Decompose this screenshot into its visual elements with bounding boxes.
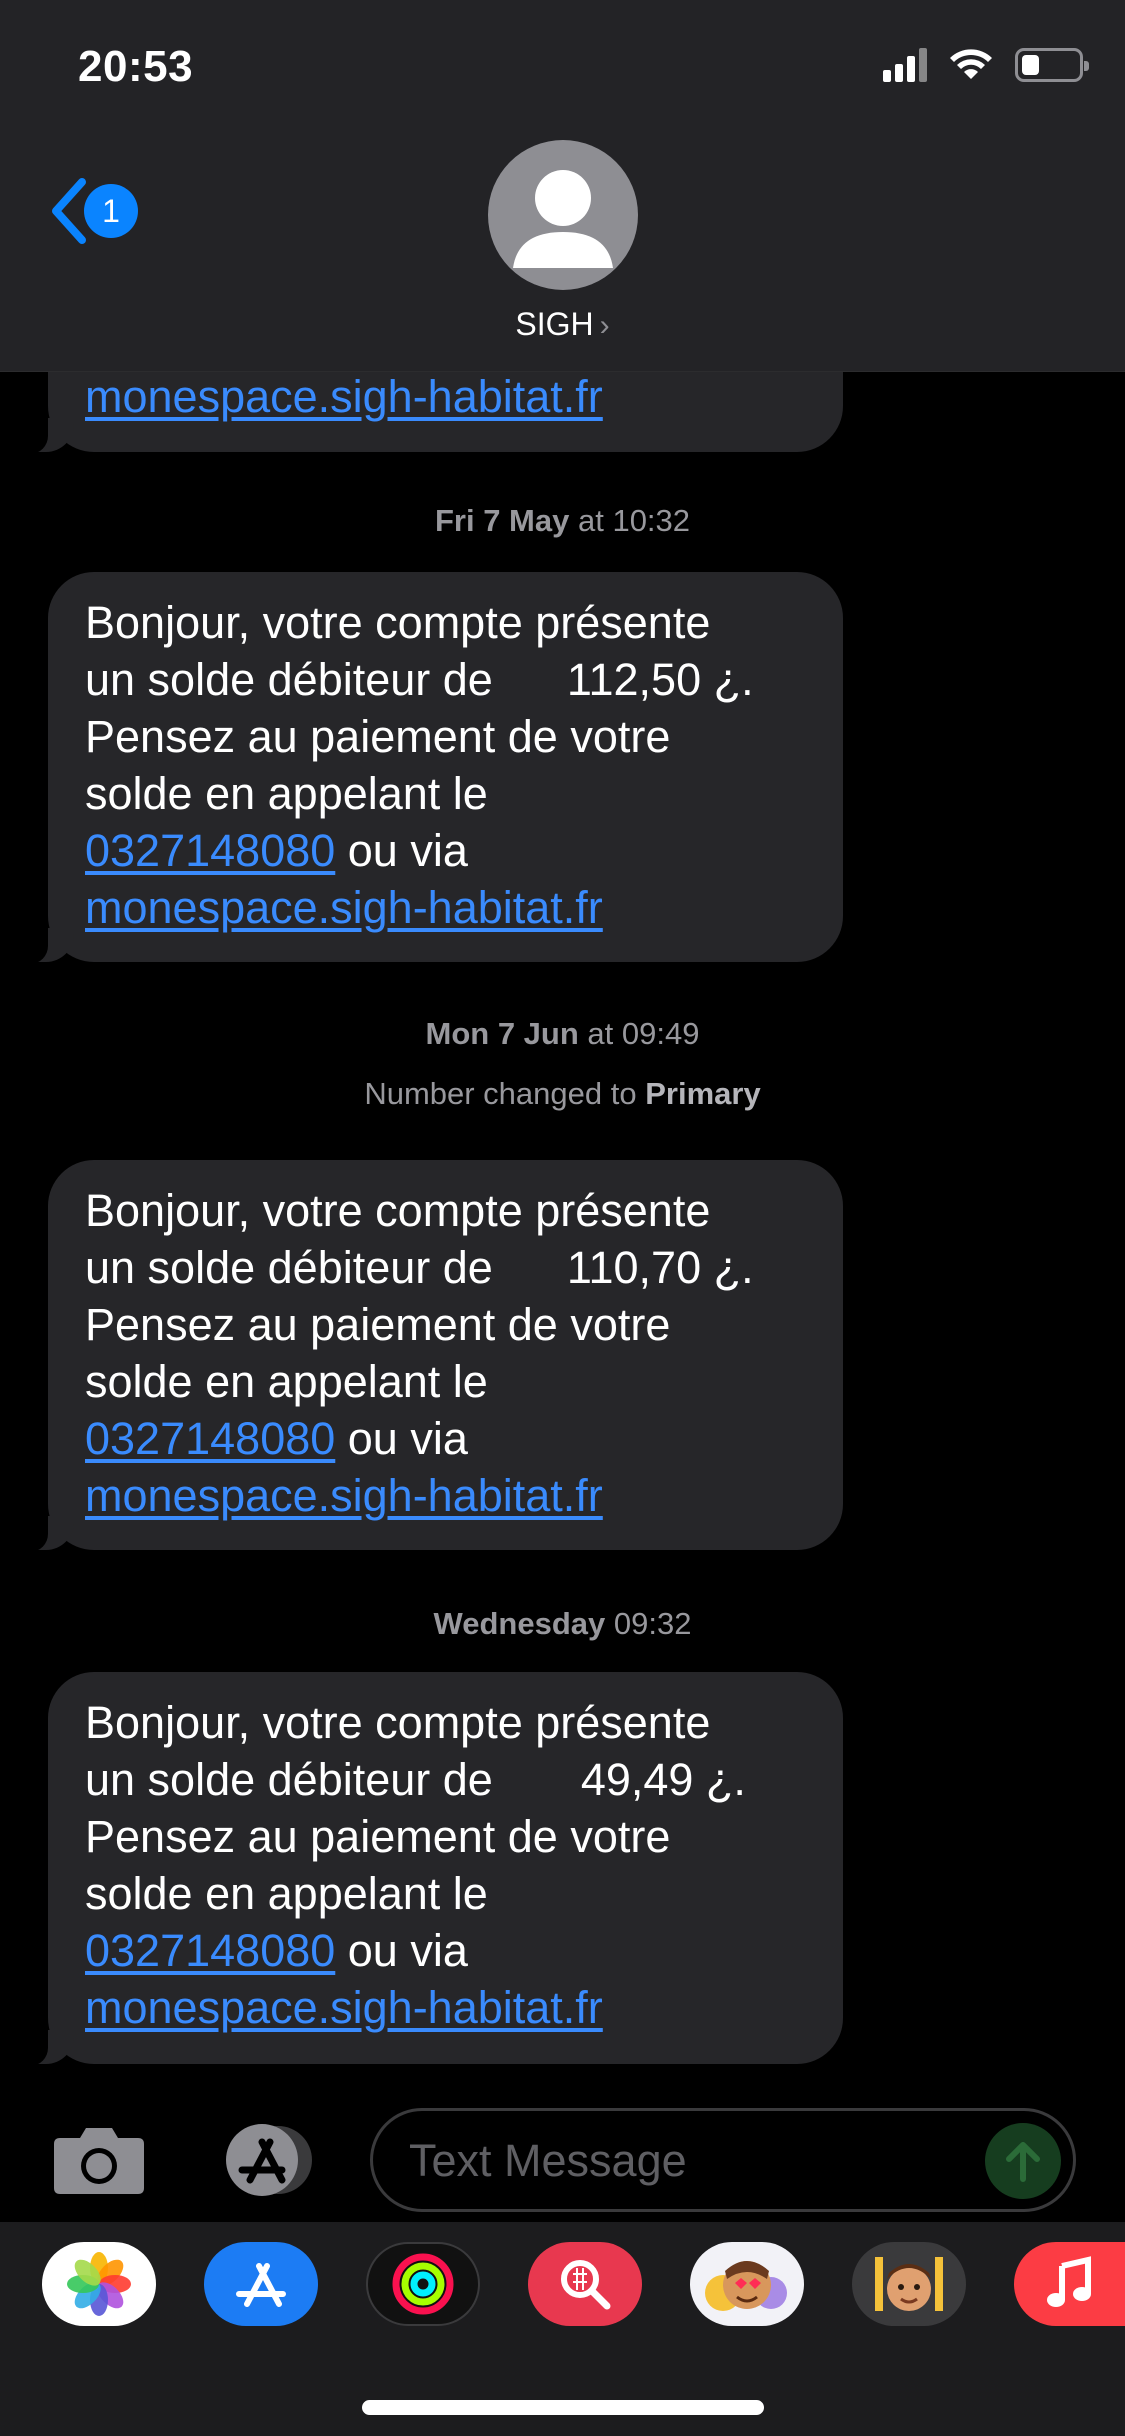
home-indicator[interactable]	[362, 2400, 764, 2415]
amount: 110,70 ¿.	[566, 1242, 754, 1293]
message-bubble[interactable]: Bonjour, votre compte présente un solde …	[18, 572, 843, 964]
message-bubble[interactable]: Bonjour, votre compte présente un solde …	[18, 1160, 843, 1552]
send-button[interactable]	[985, 2123, 1061, 2199]
phone-link[interactable]: 0327148080	[85, 825, 335, 876]
contact-name: SIGH	[515, 306, 594, 342]
send-arrow-up-icon	[1006, 2142, 1040, 2182]
unread-badge: 1	[84, 184, 138, 238]
timestamp: Mon 7 Jun at 09:49	[425, 1016, 700, 1051]
activity-icon[interactable]	[366, 2242, 480, 2326]
app-store-icon[interactable]	[204, 2242, 318, 2326]
timestamp: Fri 7 May at 10:32	[434, 503, 691, 538]
memoji-icon[interactable]	[852, 2242, 966, 2326]
phone-link[interactable]: 0327148080	[85, 1925, 335, 1976]
site-link[interactable]: monespace.sigh-habitat.fr	[85, 882, 603, 933]
contact-avatar[interactable]	[488, 140, 638, 290]
message-input[interactable]	[409, 2131, 969, 2191]
conversation-header: 20:53 1 SIGH ›	[0, 0, 1125, 372]
number-change-note: Number changed to Primary	[364, 1076, 761, 1111]
message-field[interactable]	[370, 2108, 1076, 2212]
battery-icon	[1015, 48, 1089, 82]
status-time: 20:53	[78, 42, 194, 91]
compose-bar	[0, 2100, 1125, 2220]
animoji-icon[interactable]	[690, 2242, 804, 2326]
imessage-app-strip	[0, 2222, 1125, 2436]
site-link[interactable]: monespace.sigh-habitat.fr	[85, 371, 603, 422]
chevron-left-icon	[52, 178, 86, 244]
timestamp: Wednesday 09:32	[433, 1606, 692, 1641]
amount: 49,49 ¿.	[580, 1754, 746, 1805]
camera-icon[interactable]	[52, 2124, 146, 2196]
amount: 112,50 ¿.	[566, 654, 754, 705]
site-link[interactable]: monespace.sigh-habitat.fr	[85, 1982, 603, 2033]
message-bubble[interactable]: Bonjour, votre compte présente un solde …	[18, 1672, 843, 2066]
music-icon[interactable]	[1014, 2242, 1125, 2326]
app-store-icon[interactable]	[208, 2122, 316, 2198]
image-search-icon[interactable]	[528, 2242, 642, 2326]
contact-name-button[interactable]: SIGH ›	[0, 306, 1125, 343]
back-button[interactable]: 1	[48, 178, 138, 244]
status-icons	[883, 48, 1089, 82]
site-link[interactable]: monespace.sigh-habitat.fr	[85, 1470, 603, 1521]
phone-link[interactable]: 0327148080	[85, 1413, 335, 1464]
photos-icon[interactable]	[42, 2242, 156, 2326]
wifi-icon	[950, 49, 992, 79]
cellular-signal-icon	[883, 48, 927, 82]
person-icon	[513, 170, 613, 268]
chevron-right-icon: ›	[599, 309, 610, 342]
